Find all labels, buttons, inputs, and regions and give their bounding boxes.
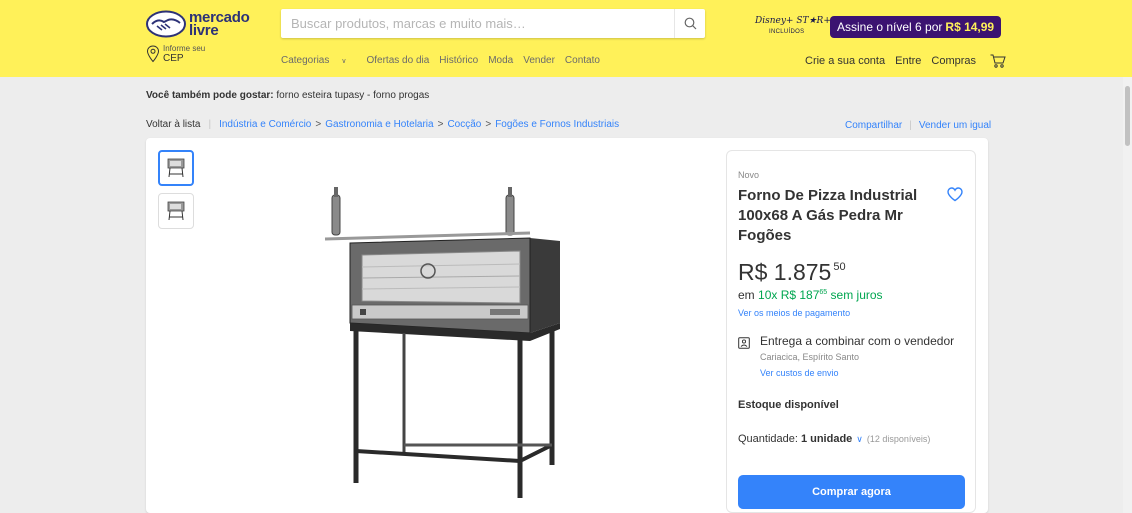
- nav-categorias-label: Categorias: [281, 55, 330, 66]
- location-selector[interactable]: Informe seu CEP: [146, 44, 205, 64]
- installments-cents: 65: [819, 289, 828, 296]
- scrollbar-thumb[interactable]: [1125, 86, 1130, 146]
- breadcrumb-item-coccao[interactable]: Cocção: [447, 119, 481, 130]
- installments-value: 10x R$ 18765 sem juros: [758, 288, 883, 302]
- share-divider: |: [909, 120, 912, 131]
- location-pin-icon: [146, 45, 160, 63]
- search-icon: [684, 17, 696, 30]
- share-link[interactable]: Compartilhar: [845, 120, 902, 131]
- purchases-link[interactable]: Compras: [931, 55, 976, 67]
- quantity-available: (12 disponíveis): [866, 434, 931, 444]
- mercado-livre-logo[interactable]: mercado livre: [146, 9, 250, 39]
- gallery-thumbnail-2[interactable]: [158, 193, 194, 229]
- product-title: Forno De Pizza Industrial 100x68 A Gás P…: [738, 187, 918, 244]
- nav-moda[interactable]: Moda: [488, 55, 513, 66]
- product-price: R$ 1.875 50: [738, 259, 846, 286]
- payment-methods-link[interactable]: Ver os meios de pagamento: [738, 308, 850, 318]
- breadcrumb-divider: |: [208, 119, 212, 130]
- search-input[interactable]: [281, 9, 671, 38]
- disney-star-logo: Disney+ ST★R+ INCLUÍDOS: [755, 14, 831, 40]
- price-main: R$ 1.875: [738, 259, 832, 285]
- nav-ofertas[interactable]: Ofertas do dia: [366, 55, 429, 66]
- search-button[interactable]: [674, 9, 705, 38]
- stock-status: Estoque disponível: [738, 399, 839, 411]
- suggestions: Você também pode gostar: forno esteira t…: [146, 90, 429, 101]
- search-bar: [281, 9, 705, 38]
- subscribe-button[interactable]: Assine o nível 6 por R$ 14,99: [830, 16, 1002, 38]
- delivery-agreement-icon: [738, 337, 750, 349]
- quantity-value: 1 unidade: [800, 433, 853, 445]
- create-account-link[interactable]: Crie a sua conta: [805, 55, 885, 67]
- disney-included-text: INCLUÍDOS: [769, 29, 805, 35]
- nav-categorias[interactable]: Categorias ∨: [281, 55, 356, 66]
- sell-same-link[interactable]: Vender um igual: [919, 120, 991, 131]
- gallery-thumbnail-1[interactable]: [158, 150, 194, 186]
- user-nav: Crie a sua conta Entre Compras: [795, 54, 1006, 68]
- product-image[interactable]: [320, 183, 580, 503]
- heart-icon[interactable]: [947, 187, 963, 202]
- nav-contato[interactable]: Contato: [565, 55, 600, 66]
- subscribe-price: R$ 14,99: [945, 20, 995, 34]
- back-to-list-link[interactable]: Voltar à lista: [146, 119, 200, 130]
- shipping-city: Cariacica, Espírito Santo: [760, 352, 860, 362]
- share-links: Compartilhar | Vender um igual: [845, 120, 991, 131]
- cart-icon[interactable]: [990, 54, 1006, 68]
- disney-promo[interactable]: Disney+ ST★R+ INCLUÍDOS Assine o nível 6…: [755, 14, 1002, 40]
- shipping-costs-link[interactable]: Ver custos de envio: [760, 368, 839, 378]
- suggestions-label: Você também pode gostar:: [146, 90, 274, 101]
- disney-star-text: Disney+ ST★R+: [755, 16, 831, 26]
- chevron-right-icon: >: [485, 119, 492, 130]
- installments-suffix: sem juros: [830, 288, 883, 302]
- logo-text: mercado livre: [189, 10, 250, 38]
- buy-box: Novo Forno De Pizza Industrial 100x68 A …: [726, 150, 976, 513]
- breadcrumb-item-gastronomia[interactable]: Gastronomia e Hotelaria: [325, 119, 433, 130]
- header: mercado livre Disney+ ST★R+ INCLUÍDOS As…: [0, 0, 1132, 77]
- location-label-small: Informe seu: [163, 44, 206, 53]
- quantity-label: Quantidade:: [738, 433, 798, 445]
- buy-now-button[interactable]: Comprar agora: [738, 475, 965, 509]
- product-condition: Novo: [738, 170, 760, 180]
- chevron-down-icon: ∨: [856, 433, 863, 444]
- quantity-selector[interactable]: Quantidade: 1 unidade ∨ (12 disponíveis): [738, 433, 930, 445]
- installments-amount: 10x R$ 187: [758, 288, 820, 302]
- installments: em 10x R$ 18765 sem juros: [738, 288, 883, 302]
- chevron-right-icon: >: [315, 119, 322, 130]
- handshake-logo-icon: [146, 10, 186, 38]
- installments-prefix: em: [738, 288, 755, 302]
- oven-thumbnail-icon: [167, 158, 185, 178]
- breadcrumb-item-industria[interactable]: Indústria e Comércio: [219, 119, 311, 130]
- nav-vender[interactable]: Vender: [523, 55, 555, 66]
- location-label-cep: CEP: [163, 53, 184, 64]
- breadcrumb: Voltar à lista | Indústria e Comércio > …: [146, 119, 619, 130]
- oven-thumbnail-icon: [167, 201, 185, 221]
- main-nav: Categorias ∨ Ofertas do dia Histórico Mod…: [281, 55, 610, 66]
- breadcrumb-item-fogoes[interactable]: Fogões e Fornos Industriais: [495, 119, 619, 130]
- nav-historico[interactable]: Histórico: [439, 55, 478, 66]
- price-cents: 50: [833, 261, 846, 273]
- shipping-info: Entrega a combinar com o vendedor: [760, 334, 955, 348]
- suggestions-links[interactable]: forno esteira tupasy - forno progas: [276, 90, 429, 101]
- chevron-down-icon: ∨: [341, 58, 347, 65]
- login-link[interactable]: Entre: [895, 55, 921, 67]
- subscribe-text: Assine o nível 6 por: [837, 20, 943, 34]
- chevron-right-icon: >: [437, 119, 444, 130]
